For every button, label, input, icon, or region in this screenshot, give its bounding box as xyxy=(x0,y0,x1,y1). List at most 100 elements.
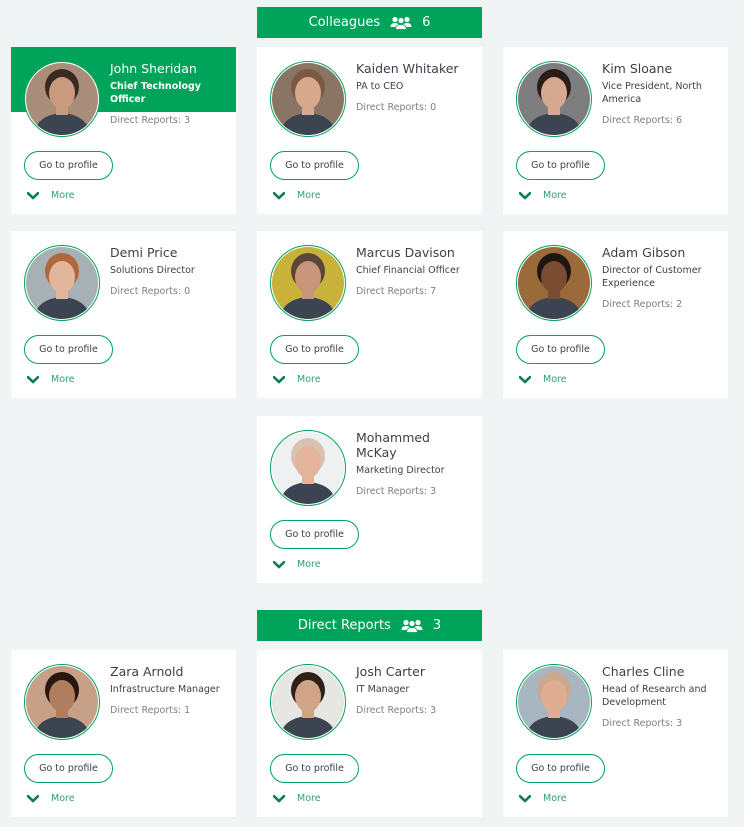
go-to-profile-button[interactable]: Go to profile xyxy=(516,335,605,364)
chevron-down-icon xyxy=(27,191,39,200)
person-name[interactable]: Zara Arnold xyxy=(110,664,228,679)
person-photo-icon xyxy=(272,432,344,504)
avatar[interactable] xyxy=(516,245,592,321)
chevron-down-icon xyxy=(273,560,285,569)
person-photo-icon xyxy=(518,247,590,319)
go-to-profile-button[interactable]: Go to profile xyxy=(270,335,359,364)
person-card: John Sheridan Chief Technology Officer D… xyxy=(11,47,236,214)
more-toggle[interactable]: More xyxy=(519,374,567,385)
avatar[interactable] xyxy=(24,245,100,321)
chevron-down-icon xyxy=(27,794,39,803)
person-title: Marketing Director xyxy=(356,465,445,476)
more-label: More xyxy=(543,190,567,201)
person-photo-icon xyxy=(272,247,344,319)
more-toggle[interactable]: More xyxy=(27,190,75,201)
more-label: More xyxy=(51,793,75,804)
person-photo-icon xyxy=(26,247,98,319)
go-to-profile-button[interactable]: Go to profile xyxy=(270,754,359,783)
chevron-down-icon xyxy=(519,794,531,803)
person-card: Kim Sloane Vice President, North America… xyxy=(503,47,728,214)
direct-reports-count: Direct Reports: 3 xyxy=(356,705,437,716)
person-title: IT Manager xyxy=(356,684,410,695)
avatar[interactable] xyxy=(24,664,100,740)
person-title: Head of Research and Development xyxy=(602,684,707,708)
more-toggle[interactable]: More xyxy=(273,374,321,385)
person-card: Zara Arnold Infrastructure Manager Direc… xyxy=(11,650,236,817)
person-name[interactable]: Kaiden Whitaker xyxy=(356,61,474,76)
person-info: Adam Gibson Director of Customer Experie… xyxy=(602,245,720,311)
direct-reports-count: Direct Reports: 0 xyxy=(110,286,191,297)
chevron-down-icon xyxy=(273,375,285,384)
person-info: Josh Carter IT Manager Direct Reports: 3 xyxy=(356,664,474,717)
person-photo-icon xyxy=(518,63,590,135)
colleagues-header: Colleagues 6 xyxy=(257,7,482,38)
person-info: Mohammed McKay Marketing Director Direct… xyxy=(356,430,474,498)
go-to-profile-button[interactable]: Go to profile xyxy=(24,151,113,180)
person-info: Kim Sloane Vice President, North America… xyxy=(602,61,720,127)
person-info: Marcus Davison Chief Financial Officer D… xyxy=(356,245,474,298)
more-toggle[interactable]: More xyxy=(273,559,321,570)
go-to-profile-button[interactable]: Go to profile xyxy=(24,754,113,783)
person-name[interactable]: Josh Carter xyxy=(356,664,474,679)
chevron-down-icon xyxy=(27,375,39,384)
person-photo-icon xyxy=(26,666,98,738)
person-name[interactable]: Kim Sloane xyxy=(602,61,720,76)
person-photo-icon xyxy=(272,63,344,135)
person-card: Demi Price Solutions Director Direct Rep… xyxy=(11,231,236,398)
person-info: Demi Price Solutions Director Direct Rep… xyxy=(110,245,228,298)
go-to-profile-button[interactable]: Go to profile xyxy=(516,754,605,783)
go-to-profile-button[interactable]: Go to profile xyxy=(24,335,113,364)
direct-reports-count: Direct Reports: 7 xyxy=(356,286,437,297)
more-toggle[interactable]: More xyxy=(27,374,75,385)
avatar[interactable] xyxy=(270,61,346,137)
chevron-down-icon xyxy=(519,375,531,384)
person-name[interactable]: Mohammed McKay xyxy=(356,430,474,460)
people-group-icon xyxy=(390,16,412,30)
person-title: Chief Technology Officer xyxy=(110,81,201,105)
more-label: More xyxy=(543,793,567,804)
more-toggle[interactable]: More xyxy=(27,793,75,804)
more-toggle[interactable]: More xyxy=(519,190,567,201)
person-card: Adam Gibson Director of Customer Experie… xyxy=(503,231,728,398)
more-label: More xyxy=(297,190,321,201)
person-name[interactable]: Adam Gibson xyxy=(602,245,720,260)
go-to-profile-button[interactable]: Go to profile xyxy=(270,151,359,180)
avatar[interactable] xyxy=(270,430,346,506)
avatar[interactable] xyxy=(24,61,100,137)
direct-reports-count: Direct Reports: 3 xyxy=(356,486,437,497)
more-label: More xyxy=(543,374,567,385)
avatar[interactable] xyxy=(516,61,592,137)
go-to-profile-button[interactable]: Go to profile xyxy=(270,520,359,549)
avatar[interactable] xyxy=(270,245,346,321)
more-toggle[interactable]: More xyxy=(273,793,321,804)
person-photo-icon xyxy=(26,63,98,135)
colleagues-count: 6 xyxy=(422,15,431,30)
more-label: More xyxy=(51,374,75,385)
more-label: More xyxy=(297,559,321,570)
chevron-down-icon xyxy=(519,191,531,200)
avatar[interactable] xyxy=(270,664,346,740)
person-name[interactable]: Charles Cline xyxy=(602,664,720,679)
direct-reports-header-label: Direct Reports xyxy=(297,618,391,633)
person-title: PA to CEO xyxy=(356,81,404,92)
more-toggle[interactable]: More xyxy=(273,190,321,201)
more-label: More xyxy=(51,190,75,201)
go-to-profile-button[interactable]: Go to profile xyxy=(516,151,605,180)
more-label: More xyxy=(297,793,321,804)
person-card: Marcus Davison Chief Financial Officer D… xyxy=(257,231,482,398)
colleagues-header-label: Colleagues xyxy=(308,15,381,30)
person-info: John Sheridan Chief Technology Officer D… xyxy=(110,61,228,127)
avatar[interactable] xyxy=(516,664,592,740)
person-title: Chief Financial Officer xyxy=(356,265,460,276)
person-name[interactable]: John Sheridan xyxy=(110,61,228,76)
chevron-down-icon xyxy=(273,794,285,803)
direct-reports-header: Direct Reports 3 xyxy=(257,610,482,641)
org-chart-page: Colleagues 6 Direct Reports 3 John Sheri… xyxy=(0,0,744,827)
more-toggle[interactable]: More xyxy=(519,793,567,804)
person-title: Director of Customer Experience xyxy=(602,265,702,289)
person-name[interactable]: Marcus Davison xyxy=(356,245,474,260)
person-name[interactable]: Demi Price xyxy=(110,245,228,260)
direct-reports-count: 3 xyxy=(432,618,442,633)
person-photo-icon xyxy=(518,666,590,738)
person-card: Kaiden Whitaker PA to CEO Direct Reports… xyxy=(257,47,482,214)
